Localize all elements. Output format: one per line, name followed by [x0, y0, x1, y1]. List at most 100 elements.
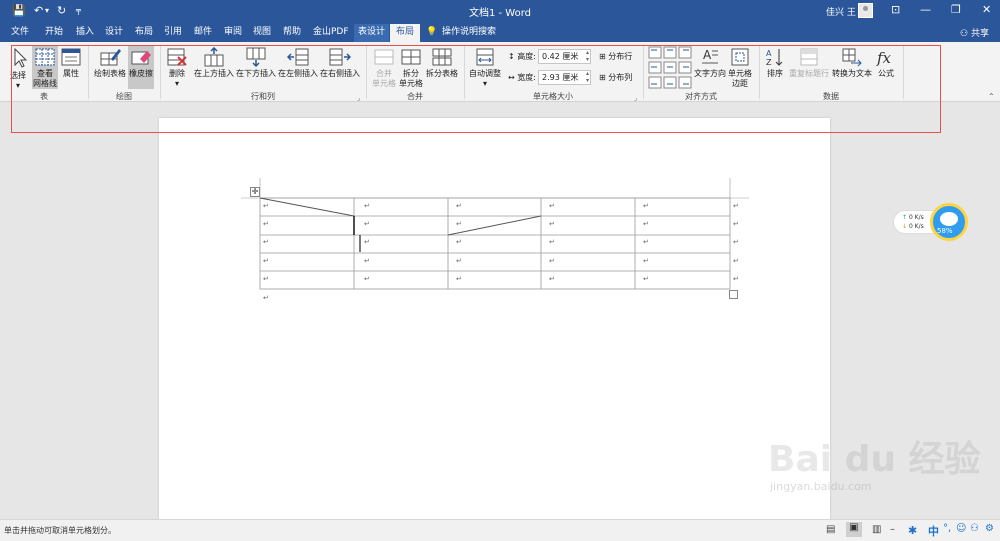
- document-page[interactable]: ✛ ↵ ↵ ↵ ↵ ↵ ↵ ↵ ↵ ↵ ↵ ↵ ↵ ↵ ↵ ↵ ↵ ↵ ↵ ↵ …: [159, 118, 830, 528]
- lightbulb-icon: 💡: [426, 27, 438, 37]
- cell-end-mark: ↵: [549, 220, 555, 228]
- group-label-merge: 合并: [407, 92, 423, 101]
- cell-end-mark: ↵: [643, 220, 649, 228]
- status-bar: 单击并拖动可取消单元格划分。 ▤ ▣ ▥ – ✱ 中 °, ☺ ⚇ ⚙: [0, 519, 1000, 541]
- insert-right-icon: [329, 48, 351, 66]
- distribute-rows-button[interactable]: ⊞ 分布行: [599, 51, 632, 63]
- width-label: 宽度:: [517, 73, 536, 82]
- cell-end-mark: ↵: [263, 238, 269, 246]
- ime-settings-icon[interactable]: ⚙: [985, 523, 994, 534]
- row-end-mark: ↵: [733, 257, 739, 265]
- tab-help[interactable]: 帮助: [283, 26, 301, 38]
- group-label-rows-cols: 行和列: [251, 92, 275, 101]
- avatar[interactable]: [858, 3, 873, 18]
- tab-wps-pdf[interactable]: 金山PDF: [313, 26, 349, 38]
- properties-button[interactable]: 属性: [59, 47, 83, 79]
- view-gridlines-button[interactable]: 查看 网格线: [32, 45, 58, 89]
- cell-margins-button[interactable]: 单元格 边距: [727, 47, 753, 89]
- title-bar: 💾 ↶ ▾ ↻ ╤ 文档1 - Word 佳兴 王 ⊡ — ❐ ✕: [0, 0, 1000, 22]
- convert-to-text-button[interactable]: 转换为文本: [831, 47, 873, 79]
- text-direction-button[interactable]: A 文字方向: [693, 47, 727, 79]
- repeat-header-icon: [800, 48, 818, 66]
- collapse-ribbon-icon[interactable]: ⌃: [988, 92, 995, 101]
- user-name[interactable]: 佳兴 王: [826, 5, 856, 18]
- tab-view[interactable]: 视图: [253, 26, 271, 38]
- cell-end-mark: ↵: [263, 220, 269, 228]
- text-direction-label: 文字方向: [694, 69, 726, 78]
- ime-logo-icon[interactable]: ✱: [908, 524, 917, 537]
- tab-layout[interactable]: 布局: [135, 26, 153, 38]
- cell-end-mark: ↵: [263, 202, 269, 210]
- distribute-cols-button[interactable]: ⊞ 分布列: [599, 72, 632, 84]
- tab-table-design[interactable]: 表设计: [354, 24, 390, 42]
- ribbon-tab-bar: 文件 开始 插入 设计 布局 引用 邮件 审阅 视图 帮助 金山PDF 表设计 …: [0, 22, 1000, 42]
- zoom-out-icon[interactable]: –: [890, 524, 895, 535]
- tab-mailings[interactable]: 邮件: [194, 26, 212, 38]
- group-separator: [903, 45, 904, 99]
- punctuation-icon[interactable]: °,: [943, 523, 951, 534]
- alignment-buttons-icon[interactable]: [648, 46, 692, 90]
- web-layout-icon[interactable]: ▥: [872, 524, 881, 535]
- tab-insert[interactable]: 插入: [76, 26, 94, 38]
- spinner-icon[interactable]: ▴ ▾: [586, 70, 589, 84]
- table-move-handle-icon[interactable]: ✛: [250, 187, 260, 197]
- tab-design[interactable]: 设计: [105, 26, 123, 38]
- split-cells-button[interactable]: 拆分 单元格: [398, 47, 424, 89]
- insert-right-button[interactable]: 在右侧插入: [320, 47, 360, 79]
- skin-icon[interactable]: ⚇: [970, 523, 979, 534]
- svg-text:fx: fx: [876, 49, 892, 67]
- speed-ball[interactable]: 58%: [930, 203, 968, 241]
- split-table-label: 拆分表格: [426, 69, 458, 78]
- repeat-header-button[interactable]: 重复标题行: [788, 47, 830, 79]
- insert-below-button[interactable]: 在下方插入: [236, 47, 276, 79]
- read-mode-icon[interactable]: ▤: [826, 524, 835, 535]
- eraser-button[interactable]: 橡皮擦: [128, 45, 154, 89]
- share-label: 共享: [970, 29, 989, 39]
- height-label: 高度:: [517, 52, 536, 61]
- minimize-icon[interactable]: —: [920, 3, 931, 17]
- ime-language[interactable]: 中: [928, 523, 939, 539]
- select-label: 选择: [10, 71, 26, 80]
- row-height-icon: ↕: [508, 52, 515, 61]
- column-width-icon: ↔: [508, 73, 515, 82]
- close-icon[interactable]: ✕: [982, 3, 991, 17]
- delete-button[interactable]: 删除 ▾: [164, 47, 190, 89]
- ribbon-display-icon[interactable]: ⊡: [891, 3, 900, 17]
- print-layout-icon[interactable]: ▣: [846, 522, 862, 537]
- alignment-grid: [648, 46, 692, 90]
- width-input[interactable]: 2.93 厘米 ▴ ▾: [538, 70, 591, 85]
- share-button[interactable]: ⚇ 共享: [960, 26, 989, 39]
- svg-text:A: A: [703, 48, 712, 62]
- document-table[interactable]: [159, 118, 830, 528]
- autofit-button[interactable]: 自动调整 ▾: [468, 47, 502, 89]
- tab-review[interactable]: 审阅: [224, 26, 242, 38]
- split-cells-label: 拆分 单元格: [399, 69, 423, 88]
- merge-cells-icon: [374, 49, 394, 65]
- spinner-icon[interactable]: ▴ ▾: [586, 49, 589, 63]
- split-table-button[interactable]: 拆分表格: [425, 47, 459, 79]
- table-resize-handle-icon[interactable]: [729, 290, 738, 299]
- select-button[interactable]: 选择 ▾: [5, 47, 31, 91]
- merge-cells-button[interactable]: 合并 单元格: [371, 47, 397, 89]
- draw-table-button[interactable]: 绘制表格: [93, 47, 127, 79]
- dialog-launcher-icon[interactable]: ⌟: [634, 94, 637, 102]
- person-icon: ⚇: [960, 29, 969, 39]
- tab-file[interactable]: 文件: [11, 26, 29, 38]
- restore-icon[interactable]: ❐: [951, 3, 961, 17]
- sort-button[interactable]: AZ 排序: [764, 47, 786, 79]
- tell-me-search[interactable]: 操作说明搜索: [442, 26, 496, 38]
- insert-below-icon: [246, 47, 266, 67]
- dialog-launcher-icon[interactable]: ⌟: [357, 94, 360, 102]
- cursor-arrow-icon: [14, 47, 28, 68]
- cell-end-mark: ↵: [456, 257, 462, 265]
- emoji-icon[interactable]: ☺: [956, 523, 966, 534]
- formula-button[interactable]: fx 公式: [875, 47, 897, 79]
- tab-references[interactable]: 引用: [164, 26, 182, 38]
- insert-above-button[interactable]: 在上方插入: [194, 47, 234, 79]
- insert-left-button[interactable]: 在左侧插入: [278, 47, 318, 79]
- group-label-table: 表: [40, 92, 48, 101]
- properties-icon: [61, 48, 81, 66]
- tab-home[interactable]: 开始: [45, 26, 63, 38]
- tab-table-layout[interactable]: 布局: [390, 24, 421, 42]
- height-input[interactable]: 0.42 厘米 ▴ ▾: [538, 49, 591, 64]
